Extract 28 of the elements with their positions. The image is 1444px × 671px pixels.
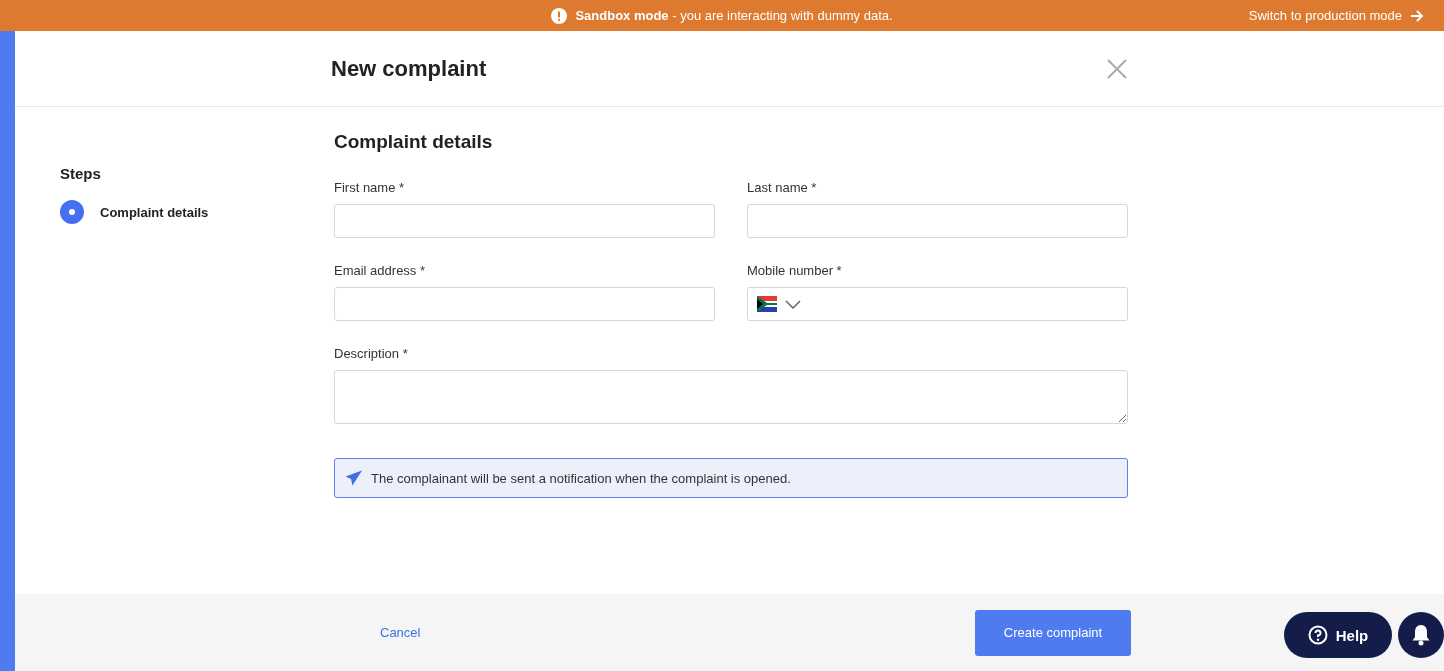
cancel-link[interactable]: Cancel <box>380 625 421 640</box>
bell-icon <box>1411 624 1431 646</box>
caret-icon <box>785 299 801 309</box>
close-button[interactable] <box>1106 57 1128 80</box>
step-item[interactable]: Complaint details <box>60 200 209 224</box>
banner-message: Sandbox mode - you are interacting with dummy data. <box>575 8 893 23</box>
input-field[interactable] <box>334 370 1128 424</box>
input-field[interactable] <box>334 287 715 321</box>
phone-field[interactable] <box>747 287 1128 321</box>
arrow-right-icon <box>1410 9 1424 22</box>
input-field[interactable] <box>747 204 1128 238</box>
input-field[interactable] <box>334 204 715 238</box>
flag-icon <box>757 296 777 312</box>
field-label: Email address * <box>334 263 427 278</box>
question-icon <box>1307 625 1328 645</box>
field-label: Mobile number * <box>747 263 843 278</box>
paper-plane-icon <box>345 470 363 486</box>
dialog-title: New complaint <box>331 55 487 82</box>
help-button[interactable]: Help <box>1284 612 1392 658</box>
warning-icon <box>551 7 568 24</box>
field-label: Last name * <box>747 180 818 195</box>
notice-text: The complainant will be sent a notification when the complaint is opened. <box>371 470 791 486</box>
field-label: First name * <box>334 180 406 195</box>
production-mode-link[interactable]: Switch to production mode <box>1248 0 1424 31</box>
create-complaint-button[interactable]: Create complaint <box>975 609 1131 656</box>
section-title: Complaint details <box>334 131 494 153</box>
steps-heading: Steps <box>60 165 102 182</box>
field-label: Description * <box>334 346 409 361</box>
